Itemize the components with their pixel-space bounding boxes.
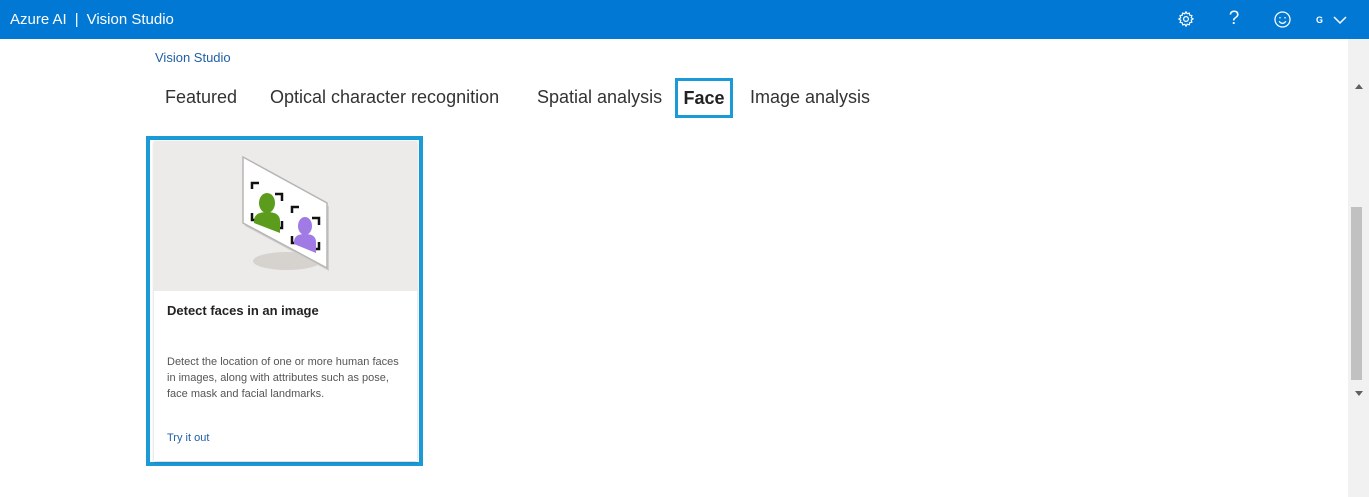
face-detection-icon <box>242 155 329 271</box>
top-bar: Azure AI | Vision Studio ? G <box>0 0 1369 39</box>
app-title[interactable]: Azure AI | Vision Studio <box>10 10 174 29</box>
card-description: Detect the location of one or more human… <box>167 356 399 400</box>
help-icon: ? <box>1228 8 1240 29</box>
brand-name: Azure AI <box>10 11 67 28</box>
card-illustration <box>154 141 417 291</box>
smiley-icon <box>1273 10 1291 28</box>
detect-faces-card[interactable]: Detect faces in an image Detect the loca… <box>154 141 417 461</box>
tab-image-analysis[interactable]: Image analysis <box>750 78 870 118</box>
feedback-button[interactable] <box>1271 8 1293 30</box>
scroll-down-button[interactable] <box>1348 384 1369 402</box>
help-button[interactable]: ? <box>1223 8 1245 30</box>
vertical-scrollbar[interactable] <box>1348 39 1369 497</box>
account-menu[interactable]: G <box>1316 10 1356 30</box>
product-name: Vision Studio <box>86 11 174 28</box>
scroll-thumb[interactable] <box>1351 207 1362 380</box>
card-title: Detect faces in an image <box>167 303 319 318</box>
tab-featured[interactable]: Featured <box>165 78 237 118</box>
scroll-up-arrow-icon <box>1354 83 1363 89</box>
account-initial: G <box>1316 15 1324 25</box>
gear-icon <box>1177 10 1195 28</box>
title-separator: | <box>74 11 79 28</box>
chevron-down-icon <box>1333 16 1347 25</box>
breadcrumb[interactable]: Vision Studio <box>155 50 231 65</box>
tab-face[interactable]: Face <box>675 78 733 118</box>
tab-spatial-analysis[interactable]: Spatial analysis <box>537 78 662 118</box>
scroll-down-arrow-icon <box>1354 390 1363 396</box>
try-it-out-link[interactable]: Try it out <box>167 432 209 444</box>
tab-optical-character-recognition[interactable]: Optical character recognition <box>270 78 499 118</box>
scroll-up-button[interactable] <box>1348 77 1369 95</box>
settings-button[interactable] <box>1175 8 1197 30</box>
